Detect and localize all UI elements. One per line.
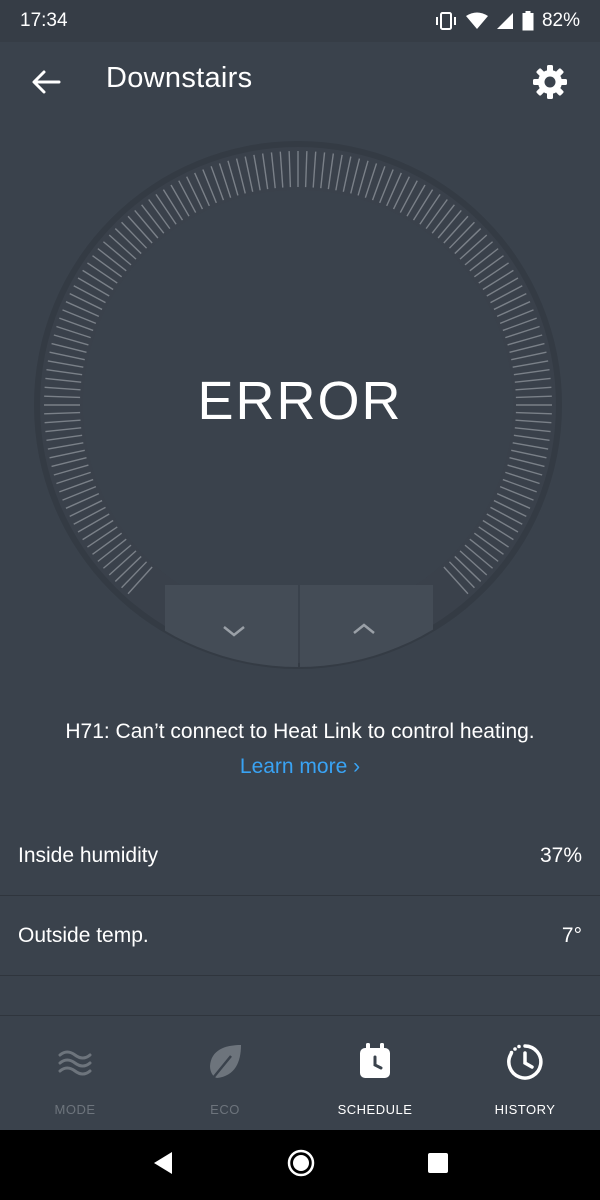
inside-humidity-row: Inside humidity 37% — [0, 816, 600, 896]
thermostat-dial: ERROR — [0, 130, 600, 690]
temperature-up-button[interactable] — [300, 585, 430, 663]
outside-temp-row: Outside temp. 7° — [0, 896, 600, 976]
info-value: 37% — [539, 843, 582, 867]
chevron-down-icon — [223, 626, 245, 637]
circle-home-icon — [287, 1149, 315, 1176]
system-home-button[interactable] — [286, 1148, 316, 1183]
wifi-icon — [465, 12, 488, 30]
triangle-back-icon — [154, 1151, 172, 1174]
system-navigation-bar — [0, 1130, 600, 1200]
learn-more-link[interactable]: Learn more › — [0, 755, 600, 779]
status-bar: 17:34 82% — [0, 0, 600, 42]
nav-label: SCHEDULE — [337, 1102, 413, 1117]
gear-icon — [533, 65, 567, 99]
info-label: Inside humidity — [18, 843, 159, 867]
battery-icon — [522, 11, 534, 31]
error-message: H71: Can’t connect to Heat Link to contr… — [65, 720, 535, 743]
settings-button[interactable] — [530, 62, 570, 102]
waves-icon — [58, 1050, 92, 1076]
battery-percent: 82% — [541, 10, 580, 31]
bottom-navigation: MODE ECO SCHEDULE HISTORY — [0, 1015, 600, 1130]
status-time: 17:34 — [20, 10, 68, 31]
nav-mode[interactable]: MODE — [0, 1016, 150, 1130]
nav-label: MODE — [54, 1102, 96, 1117]
nav-history[interactable]: HISTORY — [450, 1016, 600, 1130]
back-button[interactable] — [28, 64, 64, 100]
calendar-clock-icon — [360, 1043, 390, 1078]
app-bar: Downstairs — [0, 42, 600, 122]
info-label: Outside temp. — [18, 923, 149, 947]
arrow-left-icon — [32, 70, 61, 94]
temperature-down-button[interactable] — [168, 585, 298, 663]
nav-label: ECO — [210, 1102, 240, 1117]
dial-status-text: ERROR — [197, 371, 403, 431]
nav-eco[interactable]: ECO — [150, 1016, 300, 1130]
status-icons: 82% — [434, 10, 580, 32]
leaf-icon — [210, 1045, 241, 1079]
nav-schedule[interactable]: SCHEDULE — [300, 1016, 450, 1130]
signal-icon — [496, 12, 514, 30]
system-recents-button[interactable] — [426, 1151, 450, 1180]
system-back-button[interactable] — [150, 1150, 176, 1181]
vibrate-icon — [434, 11, 458, 31]
app-screen: 17:34 82% Downstairs ERROR H71: Can’t co… — [0, 0, 600, 1200]
page-title: Downstairs — [106, 62, 253, 94]
nav-label: HISTORY — [494, 1102, 556, 1117]
info-value: 7° — [561, 923, 582, 947]
chevron-up-icon — [353, 623, 375, 634]
square-recents-icon — [428, 1152, 448, 1173]
history-clock-icon — [507, 1044, 543, 1080]
